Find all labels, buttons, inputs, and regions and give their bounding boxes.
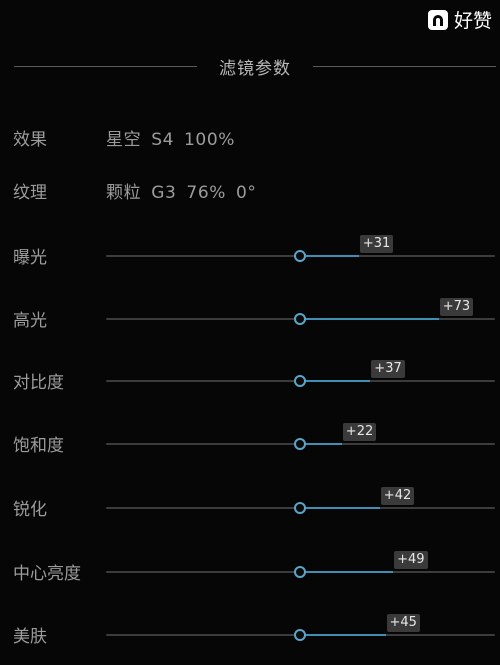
watermark-text: 好赞: [453, 10, 492, 32]
slider-value-skin-beautify: +45: [386, 614, 420, 632]
slider-knob-exposure[interactable]: [294, 250, 306, 262]
slider-label-skin-beautify: 美肤: [13, 627, 47, 647]
slider-fill-sharpen: [300, 507, 380, 509]
haozan-logo-icon: [427, 9, 448, 30]
slider-row-sharpen: 锐化 +42: [0, 485, 500, 525]
effect-label: 效果: [13, 129, 47, 150]
slider-row-saturation: 饱和度 +22: [0, 421, 500, 461]
slider-knob-skin-beautify[interactable]: [294, 629, 306, 641]
slider-label-highlights: 高光: [13, 311, 47, 331]
slider-value-contrast: +37: [371, 360, 405, 378]
texture-label: 纹理: [13, 182, 47, 203]
slider-row-highlights: 高光 +73: [0, 296, 500, 336]
slider-label-saturation: 饱和度: [13, 436, 64, 456]
slider-knob-highlights[interactable]: [294, 313, 306, 325]
slider-fill-highlights: [300, 318, 439, 320]
slider-knob-contrast[interactable]: [294, 375, 306, 387]
slider-fill-exposure: [300, 255, 359, 257]
divider-left: [14, 65, 197, 67]
slider-value-highlights: +73: [439, 298, 474, 316]
slider-label-center-brightness: 中心亮度: [13, 564, 81, 584]
slider-knob-center-brightness[interactable]: [294, 566, 306, 578]
slider-row-contrast: 对比度 +37: [0, 358, 500, 398]
effect-value: 星空 S4 100%: [106, 129, 236, 150]
slider-knob-saturation[interactable]: [294, 438, 306, 450]
section-title: 滤镜参数: [219, 58, 291, 79]
slider-row-skin-beautify: 美肤 +45: [0, 612, 500, 652]
slider-value-sharpen: +42: [380, 487, 415, 505]
slider-row-center-brightness: 中心亮度 +49: [0, 549, 500, 589]
section-header: 滤镜参数: [14, 52, 496, 80]
slider-label-contrast: 对比度: [13, 373, 64, 393]
info-row-texture: 纹理 颗粒 G3 76% 0°: [13, 177, 257, 203]
slider-label-sharpen: 锐化: [13, 500, 47, 520]
slider-fill-skin-beautify: [300, 634, 386, 636]
slider-row-exposure: 曝光 +31: [0, 233, 500, 273]
info-row-effect: 效果 星空 S4 100%: [13, 124, 235, 150]
slider-value-exposure: +31: [359, 235, 394, 253]
slider-knob-sharpen[interactable]: [294, 502, 306, 514]
divider-right: [313, 65, 496, 67]
slider-fill-saturation: [300, 443, 342, 445]
slider-value-saturation: +22: [342, 423, 377, 441]
slider-fill-center-brightness: [300, 571, 394, 573]
slider-label-exposure: 曝光: [13, 248, 47, 268]
watermark: 好赞: [427, 6, 492, 33]
slider-fill-contrast: [300, 380, 371, 382]
texture-value: 颗粒 G3 76% 0°: [106, 182, 257, 203]
slider-value-center-brightness: +49: [394, 551, 428, 569]
